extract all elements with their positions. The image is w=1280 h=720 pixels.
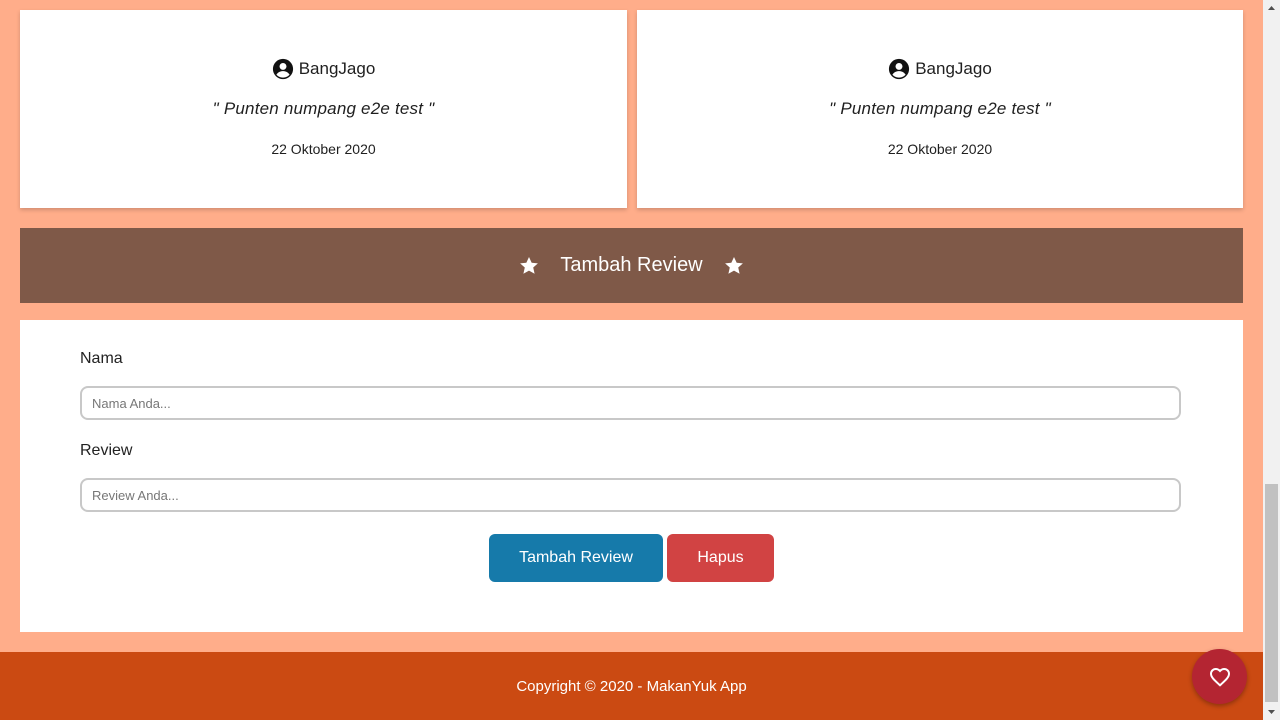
- page: BangJago " Punten numpang e2e test " 22 …: [0, 0, 1263, 720]
- add-review-header: Tambah Review: [20, 228, 1243, 303]
- add-review-form: Nama Review Tambah Review Hapus: [20, 320, 1243, 632]
- review-label: Review: [80, 442, 133, 459]
- star-icon: [520, 256, 539, 274]
- reviewer-name: BangJago: [298, 59, 376, 78]
- delete-button[interactable]: Hapus: [667, 534, 774, 582]
- heart-outline-icon: [1209, 667, 1230, 687]
- review-card: BangJago " Punten numpang e2e test " 22 …: [20, 10, 627, 208]
- page-scrollbar[interactable]: [1263, 0, 1280, 720]
- scroll-down-arrow-icon[interactable]: [1263, 703, 1280, 720]
- review-text-body: Punten numpang e2e test: [840, 99, 1040, 118]
- reviewer-name: BangJago: [915, 59, 992, 78]
- star-icon: [724, 256, 743, 274]
- name-input[interactable]: [80, 386, 1181, 420]
- review-card: BangJago " Punten numpang e2e test " 22 …: [637, 10, 1243, 208]
- reviewer: BangJago: [20, 57, 627, 81]
- review-text: " Punten numpang e2e test ": [637, 99, 1243, 119]
- close-quote: ": [428, 99, 435, 118]
- review-list: BangJago " Punten numpang e2e test " 22 …: [20, 10, 1243, 208]
- add-review-title: Tambah Review: [560, 254, 703, 276]
- review-text-body: Punten numpang e2e test: [223, 99, 424, 118]
- open-quote: ": [212, 99, 219, 118]
- account-circle-icon: [889, 58, 910, 80]
- footer: Copyright © 2020 - MakanYuk App: [0, 652, 1263, 720]
- name-label: Nama: [80, 350, 123, 367]
- favorite-button[interactable]: [1192, 649, 1247, 704]
- close-quote: ": [1044, 99, 1051, 118]
- copyright-text: Copyright © 2020 - MakanYuk App: [516, 677, 747, 695]
- reviewer: BangJago: [637, 57, 1243, 81]
- account-circle-icon: [272, 58, 293, 80]
- scroll-thumb[interactable]: [1265, 484, 1278, 702]
- scroll-up-arrow-icon[interactable]: [1263, 0, 1280, 17]
- add-review-button[interactable]: Tambah Review: [489, 534, 663, 582]
- review-text: " Punten numpang e2e test ": [20, 99, 627, 119]
- open-quote: ": [829, 99, 836, 118]
- review-date: 22 Oktober 2020: [887, 141, 993, 157]
- review-date: 22 Oktober 2020: [271, 141, 376, 157]
- review-input[interactable]: [80, 478, 1181, 512]
